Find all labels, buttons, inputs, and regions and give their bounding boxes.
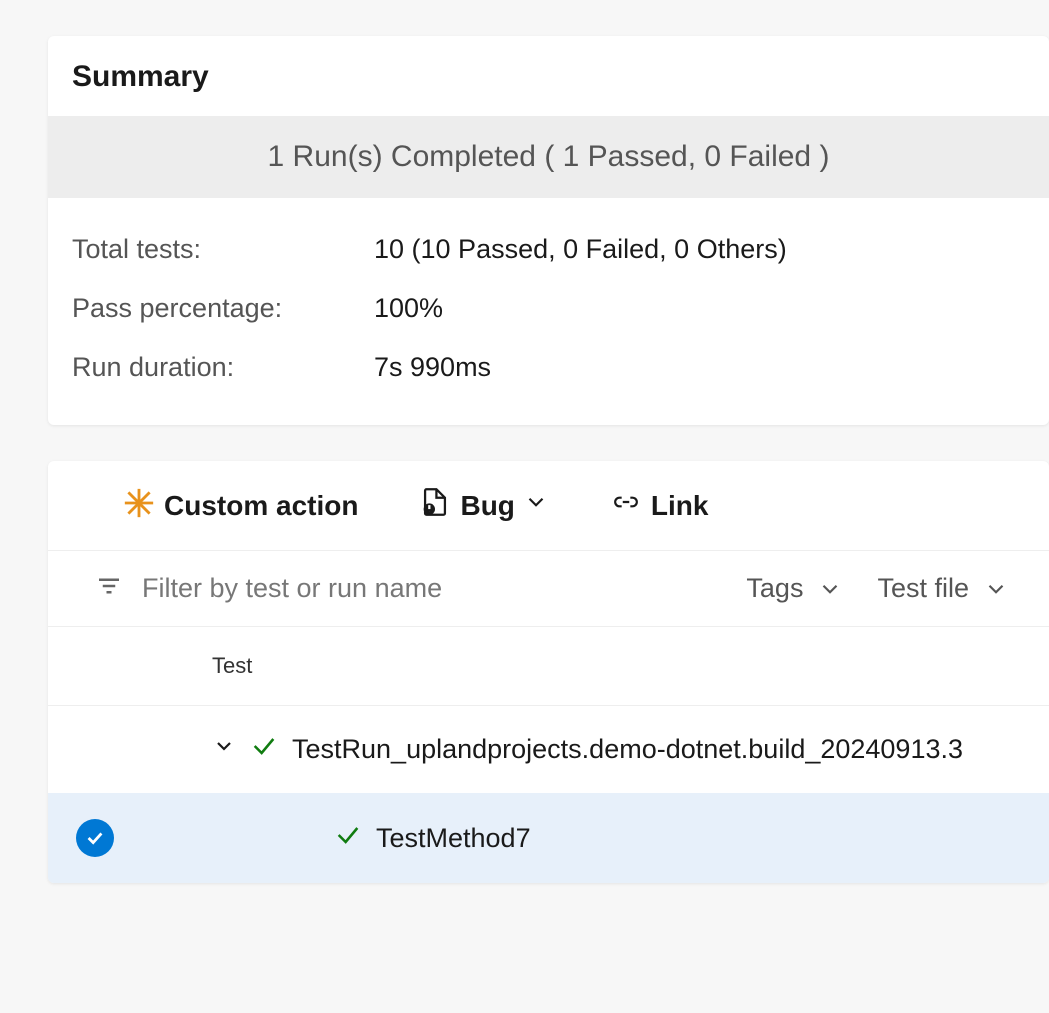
tags-filter-label: Tags bbox=[746, 573, 803, 604]
stat-total-value: 10 (10 Passed, 0 Failed, 0 Others) bbox=[374, 234, 787, 265]
summary-stats: Total tests: 10 (10 Passed, 0 Failed, 0 … bbox=[48, 198, 1049, 425]
stat-total-label: Total tests: bbox=[72, 234, 374, 265]
stat-duration-label: Run duration: bbox=[72, 352, 374, 383]
summary-card: Summary 1 Run(s) Completed ( 1 Passed, 0… bbox=[48, 36, 1049, 425]
test-run-row[interactable]: TestRun_uplandprojects.demo-dotnet.build… bbox=[48, 706, 1049, 793]
link-label: Link bbox=[651, 490, 709, 522]
chevron-down-icon bbox=[983, 576, 1009, 602]
bug-file-icon bbox=[418, 485, 452, 526]
runs-banner: 1 Run(s) Completed ( 1 Passed, 0 Failed … bbox=[48, 116, 1049, 198]
toolbar: Custom action Bug bbox=[48, 461, 1049, 551]
stat-total: Total tests: 10 (10 Passed, 0 Failed, 0 … bbox=[72, 220, 1025, 279]
stat-pass-label: Pass percentage: bbox=[72, 293, 374, 324]
custom-action-label: Custom action bbox=[164, 490, 358, 522]
filter-input[interactable] bbox=[142, 573, 728, 604]
asterisk-icon bbox=[122, 486, 156, 525]
summary-title: Summary bbox=[48, 36, 1049, 116]
check-icon bbox=[334, 821, 362, 856]
chevron-down-icon bbox=[817, 576, 843, 602]
stat-pass: Pass percentage: 100% bbox=[72, 279, 1025, 338]
selected-check-icon bbox=[76, 819, 114, 857]
link-button[interactable]: Link bbox=[609, 489, 709, 522]
filter-row: Tags Test file bbox=[48, 551, 1049, 627]
stat-duration-value: 7s 990ms bbox=[374, 352, 491, 383]
testfile-filter-label: Test file bbox=[877, 573, 969, 604]
chevron-down-icon bbox=[523, 489, 549, 522]
filter-icon bbox=[94, 571, 124, 606]
check-icon bbox=[250, 732, 278, 767]
bug-button[interactable]: Bug bbox=[418, 485, 548, 526]
stat-duration: Run duration: 7s 990ms bbox=[72, 338, 1025, 397]
results-card: Custom action Bug bbox=[48, 461, 1049, 883]
chevron-down-icon[interactable] bbox=[212, 734, 236, 765]
test-method-name: TestMethod7 bbox=[376, 823, 531, 854]
test-method-row[interactable]: TestMethod7 bbox=[48, 793, 1049, 883]
bug-label: Bug bbox=[460, 490, 514, 522]
stat-pass-value: 100% bbox=[374, 293, 443, 324]
testfile-filter[interactable]: Test file bbox=[877, 573, 1025, 604]
test-run-name: TestRun_uplandprojects.demo-dotnet.build… bbox=[292, 734, 963, 765]
column-header-test[interactable]: Test bbox=[48, 627, 1049, 706]
custom-action-button[interactable]: Custom action bbox=[122, 486, 358, 525]
tags-filter[interactable]: Tags bbox=[746, 573, 859, 604]
link-icon bbox=[609, 489, 643, 522]
